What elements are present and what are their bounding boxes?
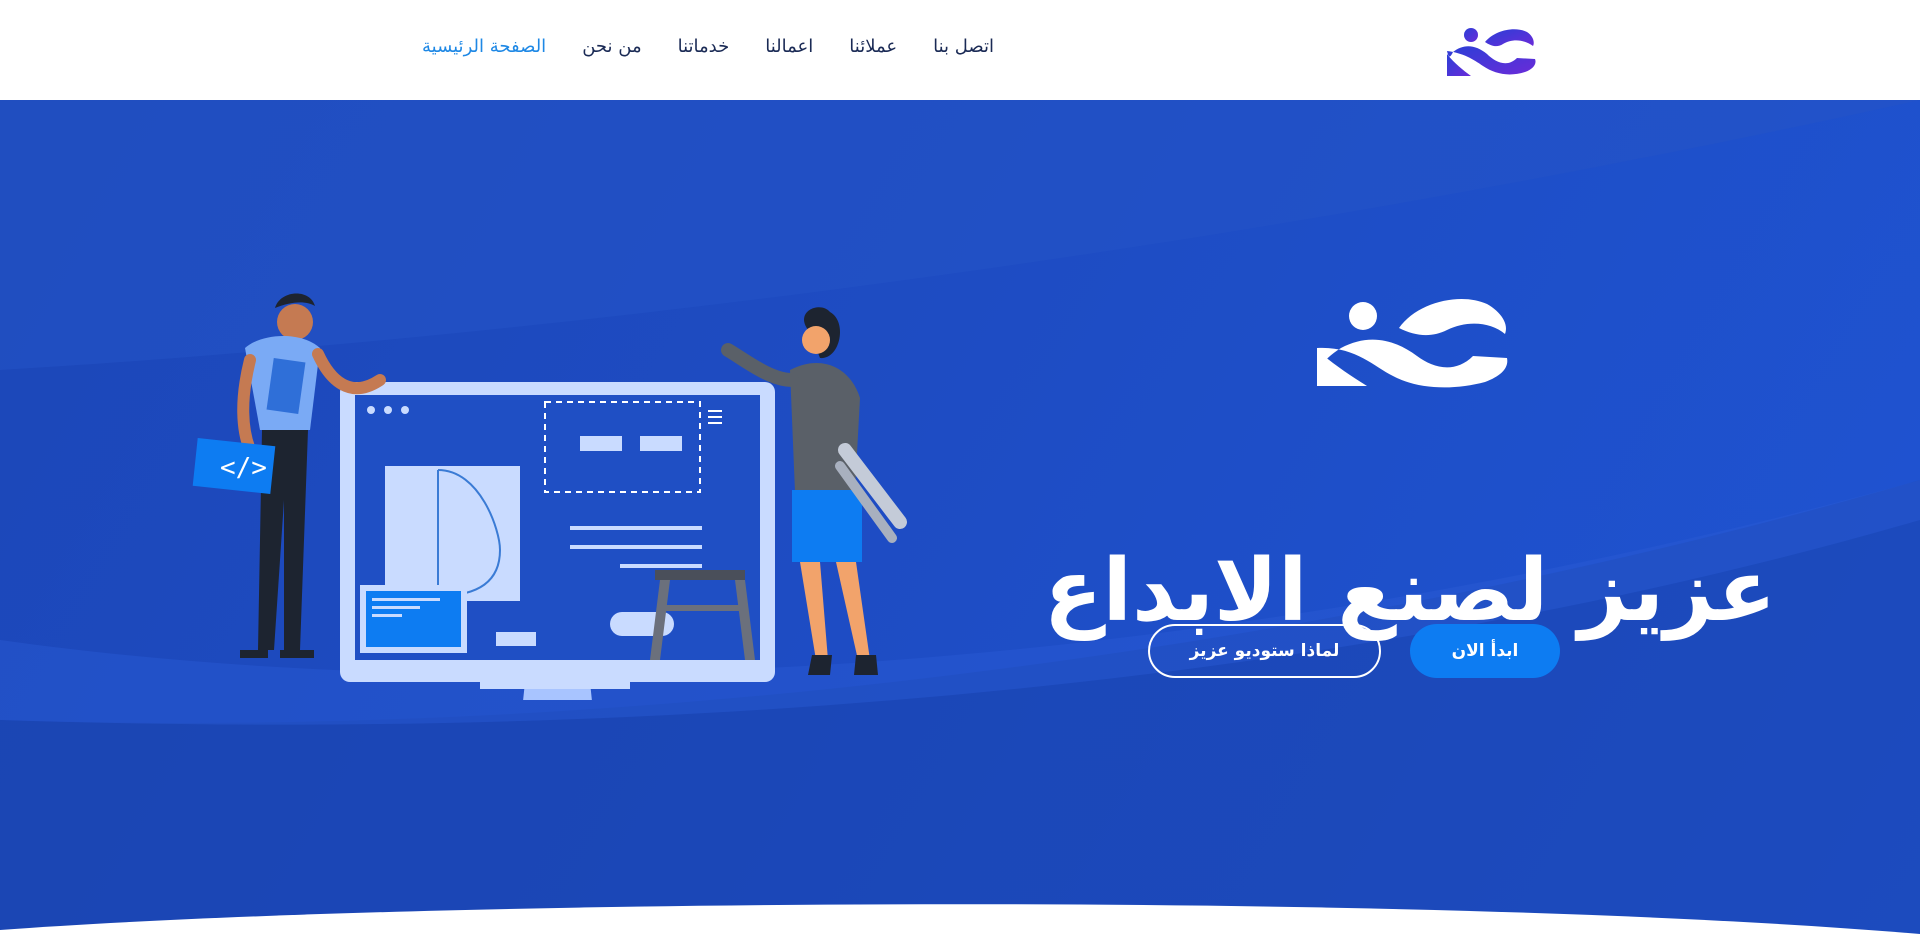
brand-logo-icon[interactable] <box>1445 24 1537 80</box>
nav-item-services[interactable]: خدماتنا <box>678 36 730 57</box>
nav-item-about[interactable]: من نحن <box>582 36 641 57</box>
svg-text:</>: </> <box>220 453 267 483</box>
nav-item-home[interactable]: الصفحة الرئيسية <box>422 36 546 57</box>
nav-item-contact[interactable]: اتصل بنا <box>933 36 994 57</box>
site-header: الصفحة الرئيسية من نحن خدماتنا اعمالنا ع… <box>0 0 1920 100</box>
hero-section: </> عزيز لصنع الابداع ابدأ الان لماذا ست… <box>0 100 1920 934</box>
nav-item-clients[interactable]: عملائنا <box>849 36 897 57</box>
hero-title: عزيز لصنع الابداع <box>1043 541 1777 641</box>
main-nav: الصفحة الرئيسية من نحن خدماتنا اعمالنا ع… <box>422 36 994 57</box>
nav-item-works[interactable]: اعمالنا <box>765 36 813 57</box>
why-studio-button[interactable]: لماذا ستوديو عزيز <box>1148 624 1381 678</box>
hero-brand-logo-icon <box>1317 298 1508 388</box>
start-now-button[interactable]: ابدأ الان <box>1410 624 1560 678</box>
designers-illustration: </> <box>192 293 907 700</box>
